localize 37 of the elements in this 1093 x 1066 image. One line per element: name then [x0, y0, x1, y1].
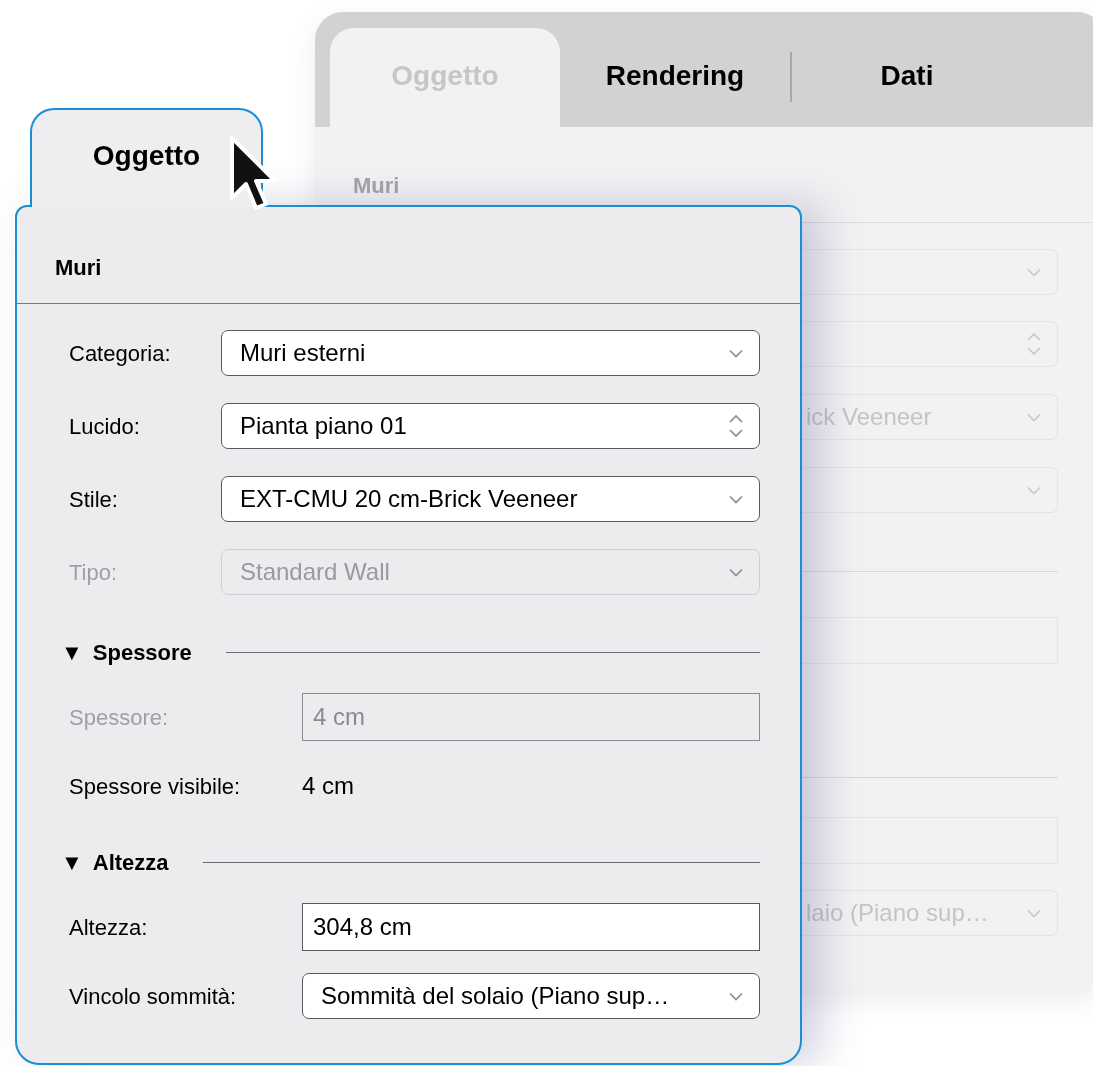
dropdown-field[interactable]	[802, 467, 1058, 513]
dropdown-field[interactable]: EXT-CMU 20 cm-Brick Veeneer	[221, 476, 760, 522]
dropdown-field[interactable]: Muri esterni	[221, 330, 760, 376]
field-label: Vincolo sommità:	[69, 982, 237, 1011]
input-field[interactable]	[802, 817, 1058, 864]
input-field[interactable]: 304,8 cm	[302, 903, 760, 951]
group-title: Altezza	[92, 848, 169, 877]
stepper-field[interactable]	[802, 321, 1058, 367]
chevron-down-icon	[729, 494, 743, 504]
dropdown-field[interactable]	[802, 249, 1058, 295]
value-text: 4 cm	[302, 771, 354, 801]
up-down-chevron-icon	[729, 414, 743, 438]
section-title: Muri	[353, 173, 400, 198]
stepper-field[interactable]: Pianta piano 01	[221, 403, 760, 449]
tab[interactable]: Dati	[792, 28, 1022, 127]
field-label: Altezza:	[69, 913, 148, 942]
chevron-down-icon	[1027, 267, 1041, 277]
chevron-down-icon	[1027, 908, 1041, 918]
collapse-toggle[interactable]: ▼	[61, 845, 83, 879]
chevron-down-icon	[1027, 412, 1041, 422]
field-label: Spessore:	[69, 703, 169, 732]
field-label: Spessore visibile:	[69, 772, 241, 801]
chevron-down-icon	[1027, 485, 1041, 495]
input-field[interactable]	[802, 617, 1058, 664]
field-label: Stile:	[69, 485, 118, 514]
collapse-toggle[interactable]: ▼	[61, 635, 83, 669]
up-down-chevron-icon	[1027, 332, 1041, 356]
group-title: Spessore	[92, 638, 192, 667]
tab[interactable]: Rendering	[560, 28, 790, 127]
field-label: Categoria:	[69, 339, 171, 368]
chevron-down-icon	[729, 991, 743, 1001]
chevron-down-icon	[729, 567, 743, 577]
section-title: Muri	[55, 255, 102, 280]
chevron-down-icon	[729, 348, 743, 358]
field-label: Tipo:	[69, 558, 118, 587]
dropdown-field[interactable]: Sommità del solaio (Piano sup…	[302, 973, 760, 1019]
field-label: Lucido:	[69, 412, 140, 441]
